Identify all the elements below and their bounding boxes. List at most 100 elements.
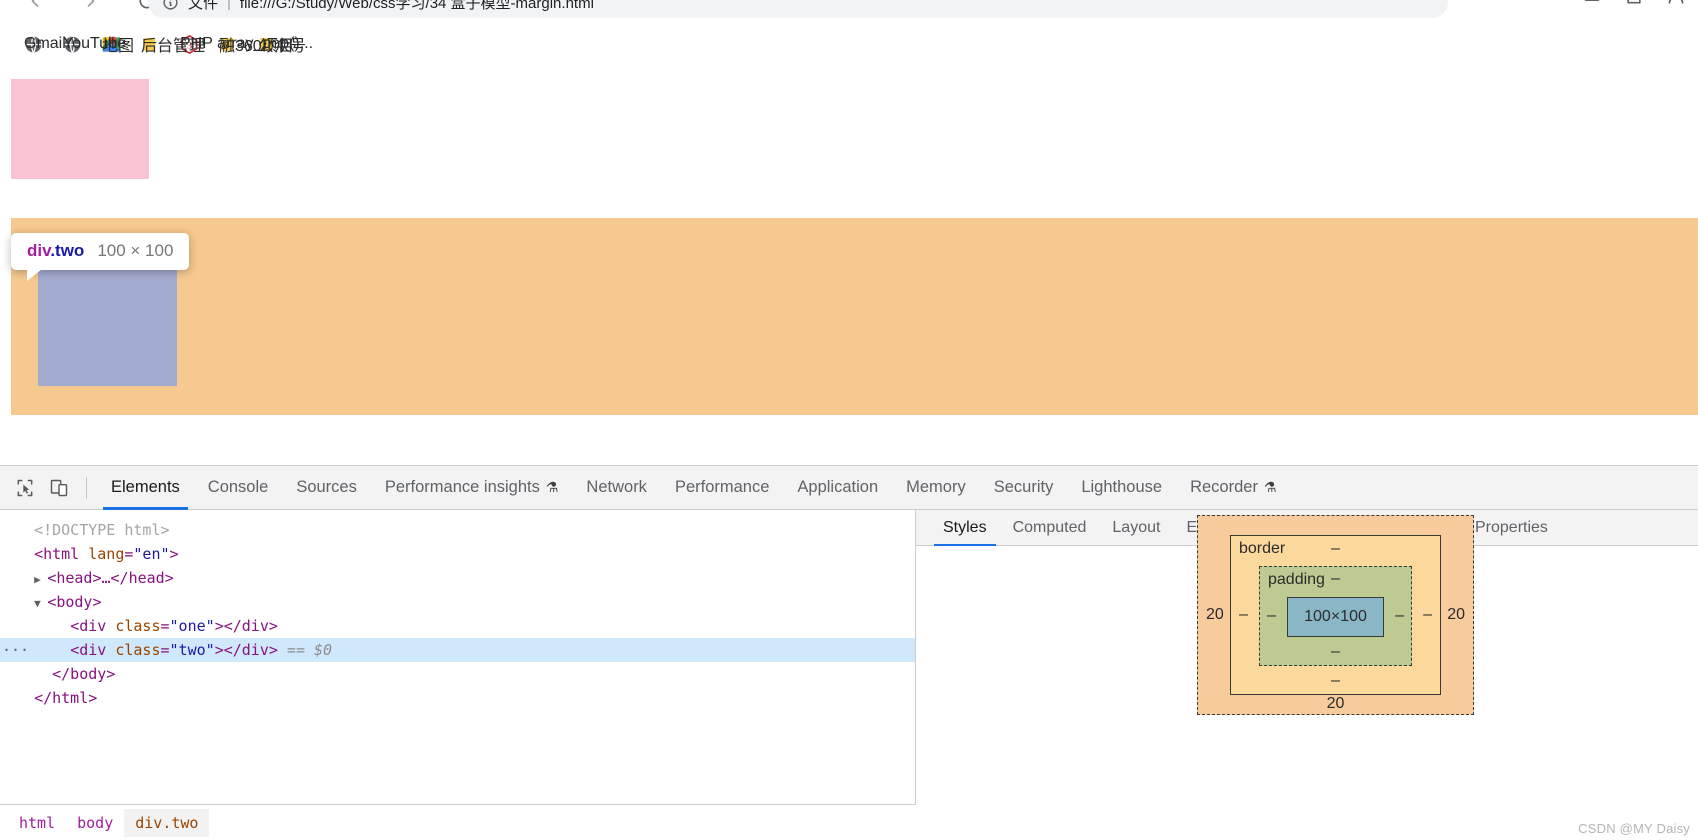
tab-label: Application: [797, 478, 879, 496]
page-div-one: [11, 79, 149, 179]
dom-node[interactable]: <div class="one"></div>: [0, 614, 915, 638]
margin-left-value[interactable]: 20: [1206, 606, 1224, 624]
extensions-icon[interactable]: [1582, 0, 1602, 11]
tab-label: Properties: [1475, 518, 1548, 536]
margin-bottom-value[interactable]: 20: [1327, 695, 1345, 713]
tab-label: Console: [207, 478, 269, 496]
tab-performance[interactable]: Performance: [661, 466, 783, 510]
flask-icon: ⚗: [1263, 479, 1277, 495]
dom-node-selected[interactable]: ··· <div class="two"></div> == $0: [0, 638, 915, 662]
margin-right-value[interactable]: 20: [1447, 606, 1465, 624]
tab-performance-insights[interactable]: Performance insights ⚗: [371, 466, 573, 510]
border-top-value[interactable]: –: [1331, 540, 1340, 558]
box-model-border[interactable]: border – – – – padding – – – – 100×100: [1230, 535, 1441, 695]
dom-token-tag: ></div>: [214, 641, 278, 659]
dom-token-attr: lang: [88, 545, 125, 563]
bookmarks-bar: Gmail YouTube 地图 后台管理 3 PHP array_pop().…: [0, 22, 1698, 66]
tab-application[interactable]: Application: [783, 466, 892, 510]
dom-node[interactable]: </html>: [0, 686, 915, 710]
browser-chrome: 文件 | file:///G:/Study/Web/css学习/34 盒子模型-…: [0, 0, 1698, 66]
tab-label: Memory: [906, 478, 966, 496]
tab-console[interactable]: Console: [194, 466, 283, 510]
element-inspector-tooltip: div.two 100 × 100: [11, 233, 190, 281]
tab-computed[interactable]: Computed: [1000, 510, 1100, 546]
breadcrumb-item-html[interactable]: html: [8, 809, 66, 837]
tab-label: Styles: [943, 518, 987, 536]
dom-node[interactable]: <!DOCTYPE html>: [0, 518, 915, 542]
dom-indent: [16, 521, 34, 539]
dom-indent: [16, 593, 34, 611]
dom-token-tag: <div: [70, 641, 116, 659]
dom-token-tag: ></div>: [214, 617, 278, 635]
breadcrumb-item-body[interactable]: body: [66, 809, 124, 837]
tab-elements[interactable]: Elements: [97, 466, 194, 510]
profile-avatar-icon[interactable]: [1666, 0, 1686, 11]
box-model-margin[interactable]: 20 20 20 border – – – – padding – – – – …: [1197, 515, 1474, 715]
device-toolbar-icon[interactable]: [42, 471, 76, 505]
dom-token-tag: >: [169, 545, 179, 563]
tab-label: Performance: [674, 478, 770, 496]
expand-triangle-icon[interactable]: ▶: [34, 573, 47, 586]
bookmark-label: 公众号: [258, 38, 307, 55]
tooltip-tag-name: div: [27, 241, 51, 260]
address-bar[interactable]: 文件 | file:///G:/Study/Web/css学习/34 盒子模型-…: [148, 0, 1448, 18]
dom-node[interactable]: </body>: [0, 662, 915, 686]
tab-styles[interactable]: Styles: [930, 510, 1000, 546]
page-body-container: [11, 218, 1698, 415]
breadcrumb-item-div-two[interactable]: div.two: [124, 808, 210, 837]
tab-label: Elements: [111, 478, 180, 496]
devtools-tabbar: Elements Console Sources Performance ins…: [0, 466, 1698, 510]
dom-token-eq: == $0: [277, 641, 333, 659]
collapse-triangle-icon[interactable]: ▼: [34, 597, 47, 610]
dom-tree-pane: <!DOCTYPE html> <html lang="en"> ▶ <head…: [0, 510, 916, 840]
dom-tree[interactable]: <!DOCTYPE html> <html lang="en"> ▶ <head…: [0, 510, 915, 710]
padding-label: padding: [1268, 571, 1325, 588]
dom-token-tag: </html>: [34, 689, 98, 707]
dom-node[interactable]: ▶ <head>…</head>: [0, 566, 915, 590]
padding-top-value[interactable]: –: [1331, 570, 1340, 588]
tab-label: Performance insights: [384, 478, 540, 496]
tab-sources[interactable]: Sources: [282, 466, 371, 510]
watermark: CSDN @MY Daisy: [1578, 821, 1690, 836]
tab-network[interactable]: Network: [572, 466, 661, 510]
tab-memory[interactable]: Memory: [892, 466, 980, 510]
border-bottom-value[interactable]: –: [1331, 672, 1340, 690]
forward-arrow-icon[interactable]: [74, 0, 108, 18]
tab-recorder[interactable]: Recorder ⚗: [1176, 466, 1290, 510]
inspect-element-icon[interactable]: [8, 471, 42, 505]
border-right-value[interactable]: –: [1423, 606, 1432, 624]
bookmark-gmail[interactable]: Gmail: [14, 31, 66, 58]
breadcrumb: html body div.two: [0, 804, 916, 840]
dom-node-gutter[interactable]: ···: [2, 638, 29, 662]
tab-label: Computed: [1012, 518, 1087, 536]
bookmark-label: Gmail: [24, 35, 66, 52]
tab-label: Lighthouse: [1081, 478, 1163, 496]
dom-token-attr: class: [115, 617, 161, 635]
dom-token-tag: <body>: [47, 593, 102, 611]
padding-right-value[interactable]: –: [1395, 607, 1404, 625]
dom-indent: [16, 665, 52, 683]
dom-indent: [16, 569, 34, 587]
box-model-content[interactable]: 100×100: [1287, 597, 1384, 637]
box-model-diagram: 20 20 20 border – – – – padding – – – – …: [1197, 515, 1474, 715]
box-model-padding[interactable]: padding – – – – 100×100: [1259, 566, 1412, 666]
padding-bottom-value[interactable]: –: [1331, 643, 1340, 661]
tab-label: Security: [993, 478, 1054, 496]
address-url: file:///G:/Study/Web/css学习/34 盒子模型-margi…: [239, 0, 594, 12]
dom-node[interactable]: ▼ <body>: [0, 590, 915, 614]
tab-layout[interactable]: Layout: [1099, 510, 1173, 546]
padding-left-value[interactable]: –: [1267, 607, 1276, 625]
tab-security[interactable]: Security: [980, 466, 1068, 510]
bookmark-folder-admin[interactable]: 后台管理: [131, 31, 205, 58]
tooltip-dimensions: 100 × 100: [97, 241, 174, 260]
tab-label: Recorder: [1190, 478, 1258, 496]
dom-node[interactable]: <html lang="en">: [0, 542, 915, 566]
dom-token-tag: =: [160, 641, 170, 659]
border-left-value[interactable]: –: [1239, 606, 1248, 624]
tab-lighthouse[interactable]: Lighthouse: [1067, 466, 1176, 510]
dom-token-tag: =: [160, 617, 170, 635]
styles-pane: Styles Computed Layout Event Listeners D…: [916, 510, 1698, 840]
tab-properties[interactable]: Properties: [1462, 510, 1561, 546]
share-icon[interactable]: [1624, 0, 1644, 11]
back-arrow-icon[interactable]: [18, 0, 52, 18]
